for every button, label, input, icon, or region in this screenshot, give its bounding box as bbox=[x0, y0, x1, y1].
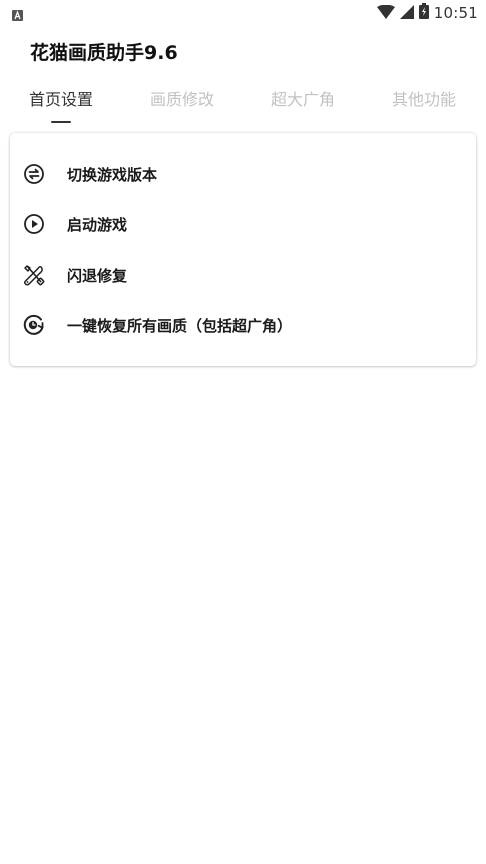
app-title: 花猫画质助手9.6 bbox=[30, 42, 178, 64]
play-icon bbox=[22, 212, 46, 236]
tab-bar: 首页设置 画质修改 超大广角 其他功能 bbox=[0, 84, 486, 126]
tools-icon bbox=[22, 263, 46, 287]
battery-charging-icon bbox=[418, 3, 429, 23]
menu-item-switch-version[interactable]: 切换游戏版本 bbox=[10, 152, 476, 196]
tab-other-functions[interactable]: 其他功能 bbox=[392, 84, 456, 116]
status-icons: 10:51 bbox=[376, 3, 478, 23]
menu-item-label: 闪退修复 bbox=[67, 266, 128, 285]
menu-item-label: 启动游戏 bbox=[67, 215, 128, 234]
status-time: 10:51 bbox=[433, 4, 478, 22]
switch-icon bbox=[22, 162, 46, 186]
tab-ultra-wide[interactable]: 超大广角 bbox=[271, 84, 335, 116]
restore-icon bbox=[22, 313, 46, 337]
menu-card: 切换游戏版本 启动游戏 闪退修复 一键恢复所有画质（包括超广角） bbox=[10, 133, 476, 366]
tab-indicator bbox=[51, 121, 71, 123]
tab-quality-modify[interactable]: 画质修改 bbox=[150, 84, 214, 116]
menu-item-start-game[interactable]: 启动游戏 bbox=[10, 202, 476, 246]
menu-item-crash-fix[interactable]: 闪退修复 bbox=[10, 253, 476, 297]
wifi-icon bbox=[376, 4, 395, 23]
status-bar: 10:51 bbox=[0, 0, 486, 26]
menu-item-label: 切换游戏版本 bbox=[67, 165, 158, 184]
tab-home-settings[interactable]: 首页设置 bbox=[29, 84, 93, 116]
menu-item-label: 一键恢复所有画质（包括超广角） bbox=[67, 316, 293, 335]
a-notification-icon bbox=[12, 6, 23, 21]
signal-icon bbox=[399, 4, 414, 23]
menu-item-restore-quality[interactable]: 一键恢复所有画质（包括超广角） bbox=[10, 303, 476, 347]
